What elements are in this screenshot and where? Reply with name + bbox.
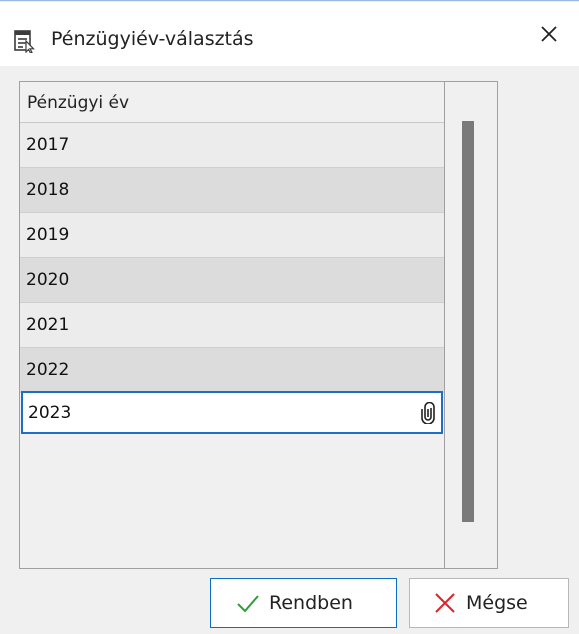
- table-row-selected[interactable]: 2023: [21, 391, 443, 434]
- table-row[interactable]: 2020: [20, 258, 444, 303]
- ok-button-label: Rendben: [269, 592, 353, 614]
- grid-empty-area: [20, 435, 444, 568]
- cancel-button[interactable]: Mégse: [409, 578, 569, 628]
- year-cell: 2023: [28, 403, 72, 423]
- checkmark-icon: [237, 595, 259, 613]
- close-icon: [541, 26, 557, 42]
- window-title: Pénzügyiév-választás: [51, 28, 254, 50]
- dialog-window: Pénzügyiév-választás Pénzügyi év 2017 20…: [0, 0, 579, 634]
- year-cell: 2020: [26, 270, 70, 290]
- document-list-icon: [14, 30, 35, 53]
- year-cell: 2019: [26, 225, 70, 245]
- fiscal-year-grid: Pénzügyi év 2017 2018 2019 2020 2021 202…: [19, 81, 498, 569]
- year-cell: 2017: [26, 135, 70, 155]
- column-header[interactable]: Pénzügyi év: [20, 82, 444, 123]
- scrollbar-thumb[interactable]: [462, 121, 474, 522]
- title-bar: Pénzügyiév-választás: [0, 2, 579, 66]
- table-row[interactable]: 2017: [20, 123, 444, 168]
- x-icon: [435, 593, 455, 613]
- table-row[interactable]: 2022: [20, 348, 444, 393]
- grid-body: Pénzügyi év 2017 2018 2019 2020 2021 202…: [20, 82, 445, 568]
- year-cell: 2022: [26, 360, 70, 380]
- year-cell: 2021: [26, 315, 70, 335]
- cancel-button-label: Mégse: [466, 592, 528, 614]
- close-button[interactable]: [519, 2, 579, 66]
- paperclip-icon[interactable]: [421, 402, 435, 424]
- year-cell: 2018: [26, 180, 70, 200]
- table-row[interactable]: 2019: [20, 213, 444, 258]
- ok-button[interactable]: Rendben: [210, 578, 397, 628]
- column-header-label: Pénzügyi év: [27, 93, 130, 113]
- table-row[interactable]: 2021: [20, 303, 444, 348]
- table-row[interactable]: 2018: [20, 168, 444, 213]
